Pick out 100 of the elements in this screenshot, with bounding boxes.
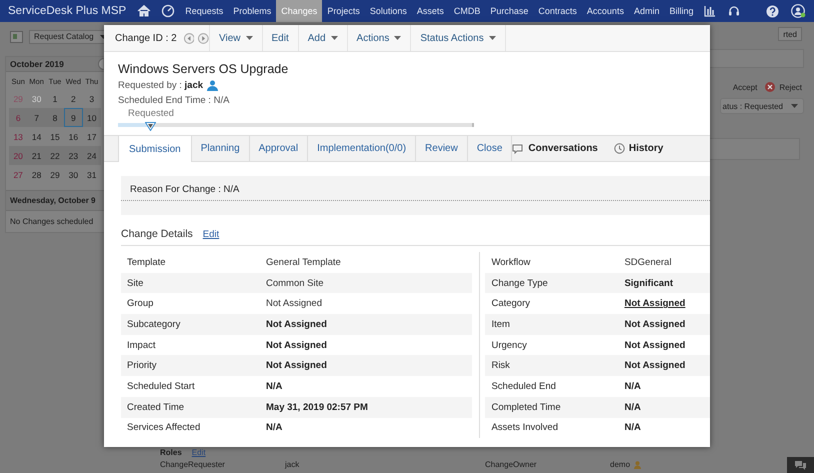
field-value: Not Assigned xyxy=(624,318,686,330)
field-label: Risk xyxy=(490,360,511,372)
field-value: Not Assigned xyxy=(624,340,686,351)
field-label: Workflow xyxy=(490,256,532,268)
calendar-day[interactable]: 10 xyxy=(82,108,101,127)
calendar-day[interactable]: 3 xyxy=(82,89,101,108)
calendar-day[interactable]: 13 xyxy=(9,127,28,146)
role-label: ChangeOwner xyxy=(485,460,538,469)
nav-tab[interactable]: Contracts xyxy=(533,0,582,22)
nav-tab[interactable]: Problems xyxy=(228,0,276,22)
field-label: Category xyxy=(490,298,532,310)
calendar-day[interactable]: 27 xyxy=(9,165,28,184)
previous-icon[interactable] xyxy=(184,32,194,44)
roles-heading: Roles xyxy=(160,448,182,456)
toolbar-button[interactable]: rted xyxy=(778,27,802,41)
nav-tab[interactable]: Assets xyxy=(412,0,449,22)
previous-month-icon[interactable] xyxy=(98,58,104,70)
field-value: N/A xyxy=(266,380,282,392)
calendar-day[interactable]: 21 xyxy=(27,146,46,165)
toolbar-menu[interactable]: Add xyxy=(298,25,348,51)
calendar-day[interactable]: 24 xyxy=(82,146,101,165)
chat-button[interactable] xyxy=(787,457,814,473)
app-logo[interactable]: ServiceDesk Plus MSP xyxy=(8,5,126,17)
field-label: Services Affected xyxy=(126,422,202,434)
scheduled-end-text: Scheduled End Time : N/A xyxy=(118,95,230,106)
status-dropdown[interactable]: atus : Requested xyxy=(720,98,804,114)
headset-icon[interactable] xyxy=(728,5,740,17)
chat-icon xyxy=(794,460,807,470)
calendar-day[interactable]: 28 xyxy=(27,165,46,184)
field-value: N/A xyxy=(624,422,641,434)
nav-tab[interactable]: Projects xyxy=(322,0,365,22)
calendar-day[interactable]: 8 xyxy=(46,108,64,127)
empty-schedule-text: No Changes scheduled xyxy=(9,216,94,228)
caret-icon xyxy=(394,36,402,40)
nav-tab[interactable]: Changes xyxy=(276,0,322,22)
calendar-day[interactable]: 30 xyxy=(64,165,83,184)
field-value: N/A xyxy=(266,422,282,434)
calendar-day[interactable]: 14 xyxy=(27,127,46,146)
calendar-day[interactable]: 30 xyxy=(27,89,46,108)
field-label: Priority xyxy=(126,360,158,372)
accept-button[interactable]: Accept xyxy=(732,82,758,92)
calendar-day[interactable]: 15 xyxy=(46,127,64,146)
gauge-icon[interactable] xyxy=(161,4,176,18)
stage-marker-icon[interactable] xyxy=(144,122,156,131)
section-title: Change Details xyxy=(121,228,193,240)
role-value: jack xyxy=(285,460,300,469)
field-label: Impact xyxy=(126,340,157,351)
field-value: N/A xyxy=(624,402,641,413)
close-icon xyxy=(765,82,776,92)
selected-date-heading: Wednesday, October 9 xyxy=(6,190,104,211)
field-label: Scheduled Start xyxy=(126,380,196,392)
calendar-day[interactable]: 23 xyxy=(64,146,83,165)
home-icon[interactable] xyxy=(137,4,152,18)
calendar-day[interactable]: 9 xyxy=(64,108,83,127)
field-value: Not Assigned xyxy=(266,360,327,372)
field-value: N/A xyxy=(624,380,641,392)
reject-button[interactable]: Reject xyxy=(765,82,802,92)
toolbar-menu[interactable]: Actions xyxy=(348,25,412,51)
caret-icon xyxy=(488,36,496,40)
field-label: Assets Involved xyxy=(490,422,559,434)
field-value: Not Assigned xyxy=(624,360,686,372)
calendar-day[interactable]: 17 xyxy=(82,127,101,146)
nav-tab[interactable]: Purchase xyxy=(485,0,534,22)
calendar-day[interactable]: 16 xyxy=(64,127,83,146)
field-link[interactable]: Not Assigned xyxy=(624,298,686,310)
bar-chart-icon[interactable] xyxy=(704,5,716,17)
caret-icon xyxy=(791,104,798,108)
toolbar-menu[interactable]: Edit xyxy=(262,25,299,51)
nav-tab[interactable]: Accounts xyxy=(582,0,629,22)
chat-icon xyxy=(512,144,524,154)
toolbar-menu[interactable]: View xyxy=(210,25,262,51)
conversations-tab[interactable]: Conversations xyxy=(512,143,598,154)
change-title: Windows Servers OS Upgrade xyxy=(118,62,290,76)
nav-tab[interactable]: Solutions xyxy=(364,0,412,22)
edit-link[interactable]: Edit xyxy=(202,228,220,240)
reason-text: Reason For Change : N/A xyxy=(121,176,710,201)
clock-icon xyxy=(614,143,625,154)
nav-tab[interactable]: Billing xyxy=(664,0,698,22)
field-label: Template xyxy=(126,256,167,268)
calendar-day[interactable]: 29 xyxy=(46,165,64,184)
calendar-day[interactable]: 2 xyxy=(64,89,83,108)
calendar-day[interactable]: 31 xyxy=(82,165,101,184)
nav-tab[interactable]: Requests xyxy=(180,0,228,22)
next-icon[interactable] xyxy=(198,32,209,44)
person-icon[interactable] xyxy=(207,80,218,91)
field-value: General Template xyxy=(266,256,341,268)
person-icon xyxy=(634,460,642,468)
toolbar-menu[interactable]: Status Actions xyxy=(411,25,506,51)
nav-tab[interactable]: CMDB xyxy=(448,0,486,22)
nav-tab[interactable]: Admin xyxy=(628,0,664,22)
help-icon[interactable] xyxy=(766,4,779,18)
field-label: Subcategory xyxy=(126,318,182,330)
calendar-day[interactable]: 1 xyxy=(46,89,64,108)
user-icon[interactable] xyxy=(791,4,806,18)
requester-text: Requested by : jack xyxy=(118,80,204,91)
calendar-day[interactable]: 7 xyxy=(27,108,46,127)
calendar-day[interactable]: 22 xyxy=(46,146,64,165)
detail-tab[interactable]: Submission xyxy=(118,136,192,162)
history-tab[interactable]: History xyxy=(614,143,664,154)
field-value: Common Site xyxy=(266,278,324,289)
